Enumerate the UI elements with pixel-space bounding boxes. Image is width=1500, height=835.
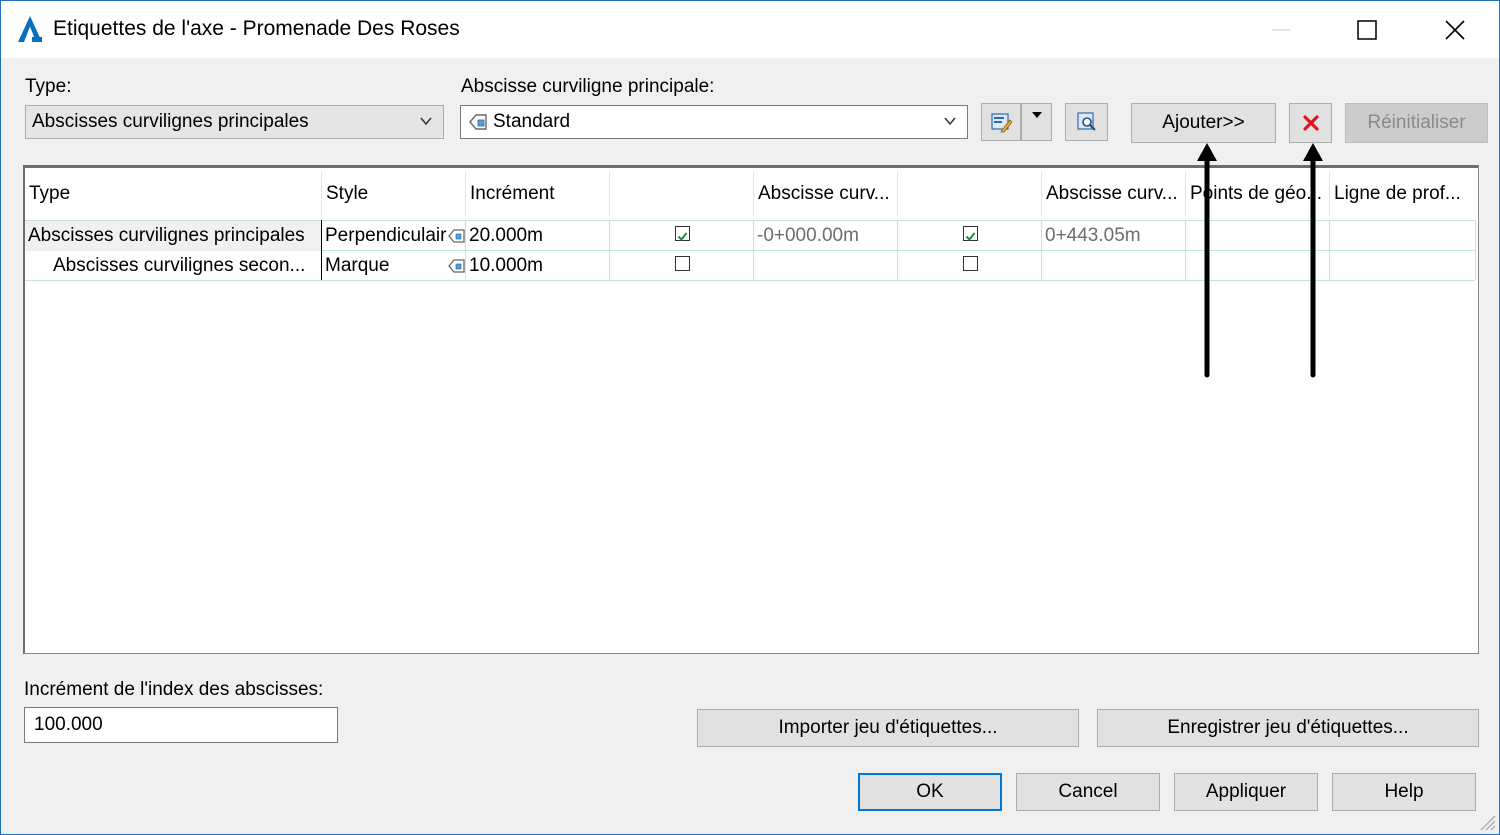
type-label: Type: [25,76,72,97]
checkmark-icon [965,232,976,242]
column-header-start-check[interactable] [610,168,753,220]
resize-grip-icon[interactable] [1475,810,1497,832]
ok-button-label: OK [916,781,944,802]
edit-style-dropdown-button[interactable] [1021,103,1052,141]
annotation-arrow-icon [1197,143,1217,378]
table-row-2-style[interactable]: Marque [322,251,450,281]
add-button-label: Ajouter>> [1162,112,1245,133]
chevron-down-icon [944,117,956,126]
save-label-set-button[interactable]: Enregistrer jeu d'étiquettes... [1097,709,1479,747]
dialog-window: Etiquettes de l'axe - Promenade Des Rose… [0,0,1500,835]
help-button[interactable]: Help [1332,773,1476,811]
column-header-type[interactable]: Type [25,168,321,220]
maximize-button[interactable] [1337,1,1397,58]
autocad-civil-icon [18,16,42,42]
red-x-icon [1302,115,1319,131]
table-row-1-increment[interactable]: 20.000m [466,221,609,251]
column-header-end-check[interactable] [898,168,1041,220]
apply-button[interactable]: Appliquer [1174,773,1318,811]
major-station-dropdown[interactable]: Standard [460,105,968,139]
column-header-style[interactable]: Style [322,168,465,220]
delete-button[interactable] [1289,103,1332,143]
chevron-down-icon [420,117,432,126]
cancel-button-label: Cancel [1058,781,1118,802]
edit-style-icon [991,113,1012,133]
table-row-1-style[interactable]: Perpendiculair [322,221,450,251]
table-row-1-end-checkbox[interactable] [963,226,978,242]
add-button[interactable]: Ajouter>> [1131,103,1276,143]
label-style-icon[interactable] [447,257,467,275]
column-divider [609,220,610,280]
preview-icon [1076,112,1096,131]
table-row-2-end-checkbox[interactable] [963,256,978,271]
title-bar: Etiquettes de l'axe - Promenade Des Rose… [1,1,1499,58]
station-index-input[interactable] [24,707,338,743]
type-dropdown[interactable]: Abscisses curvilignes principales [25,105,444,139]
label-set-grid: Type Style Incrément Abscisse curv... Ab… [23,165,1479,654]
minimize-icon [1272,29,1290,30]
label-style-icon[interactable] [447,227,467,245]
cancel-button[interactable]: Cancel [1016,773,1160,811]
checkmark-icon [677,232,688,242]
annotation-arrow-icon [1303,143,1323,378]
edit-style-button[interactable] [981,103,1021,141]
station-index-label: Incrément de l'index des abscisses: [24,679,324,700]
save-label-set-label: Enregistrer jeu d'étiquettes... [1167,717,1409,738]
apply-button-label: Appliquer [1205,781,1287,802]
close-button[interactable] [1425,1,1485,58]
table-row-1-start-checkbox[interactable] [675,226,690,242]
help-button-label: Help [1384,781,1424,802]
close-icon [1445,19,1465,40]
major-station-value: Standard [493,111,571,132]
table-row-2-start-station[interactable] [754,251,897,281]
column-header-profile-line[interactable]: Ligne de prof... [1330,168,1476,220]
table-row-2-increment[interactable]: 10.000m [466,251,609,281]
window-title: Etiquettes de l'axe - Promenade Des Rose… [53,17,460,40]
table-row-2-type[interactable]: Abscisses curvilignes secon... [25,251,321,281]
import-label-set-label: Importer jeu d'étiquettes... [778,717,998,738]
preview-button[interactable] [1065,103,1108,141]
table-row-2-start-checkbox[interactable] [675,256,690,271]
column-divider [1475,220,1476,280]
major-station-label: Abscisse curviligne principale: [461,76,715,97]
maximize-icon [1357,19,1377,40]
minimize-button[interactable] [1251,1,1311,58]
column-header-end-station[interactable]: Abscisse curv... [1042,168,1185,220]
column-divider [897,220,898,280]
column-header-start-station[interactable]: Abscisse curv... [754,168,897,220]
reset-button-label: Réinitialiser [1367,112,1466,133]
table-row-1-end-station[interactable]: 0+443.05m [1042,221,1185,251]
column-header-increment[interactable]: Incrément [466,168,609,220]
table-row-2-profile-line[interactable] [1330,251,1475,281]
table-row-1-profile-line[interactable] [1330,221,1475,251]
type-dropdown-value: Abscisses curvilignes principales [32,111,309,132]
label-style-icon [469,114,487,130]
ok-button[interactable]: OK [858,773,1002,811]
table-row-1-start-station[interactable]: -0+000.00m [754,221,897,251]
table-row-2-end-station[interactable] [1042,251,1185,281]
reset-button[interactable]: Réinitialiser [1345,103,1488,143]
dropdown-arrow-icon [1031,112,1042,118]
table-row-1-type[interactable]: Abscisses curvilignes principales [25,221,321,251]
import-label-set-button[interactable]: Importer jeu d'étiquettes... [697,709,1079,747]
